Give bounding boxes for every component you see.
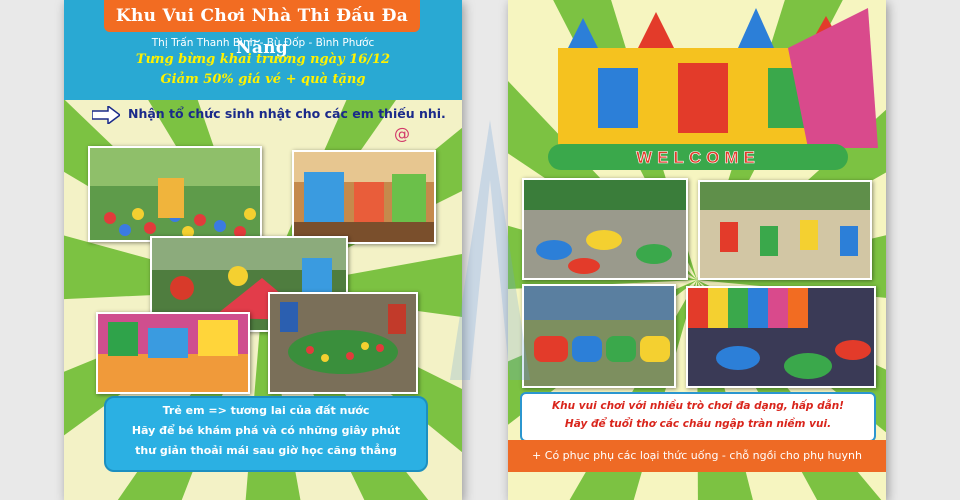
motto-box: Trẻ em => tương lai của đất nước Hãy để … [104,396,428,472]
info-box: Khu vui chơi với nhiều trò chơi đa dạng,… [520,392,876,442]
party-offer: Nhận tổ chức sinh nhật cho các em thiếu … [92,102,446,128]
inflatable-castle-image: WELCOME [538,8,878,176]
right-arrow-icon [92,106,120,124]
photo-soft-play-area [96,312,250,394]
slogan-discount: Giảm 50% giá vé + quà tặng [160,72,366,87]
flyer-left: Khu Vui Chơi Nhà Thi Đấu Đa Năng Thị Trấ… [64,0,462,500]
photo-ball-pit-outdoor [88,146,262,242]
motto-line-3: thư giản thoải mái sau giờ học căng thẳn… [135,444,397,457]
welcome-sign: WELCOME [636,148,760,167]
party-offer-text: Nhận tổ chức sinh nhật cho các em thiếu … [128,106,446,121]
info-line-2: Hãy để tuổi thơ các cháu ngập tràn niềm … [564,418,832,430]
watermark-logo [450,120,530,380]
motto-line-1: Trẻ em => tương lai của đất nước [162,404,370,417]
motto-line-2: Hãy để bé khám phá và có những giây phút [131,424,401,437]
location-text: Thị Trấn Thanh Bình - Bù Đốp - Bình Phướ… [151,37,375,49]
photo-spring-riders [698,180,872,280]
slogan-opening: Tưng bừng khai trương ngày 16/12 [135,52,391,67]
photo-ball-pool-crowd [268,292,418,394]
photo-bumper-cars-indoor [686,286,876,388]
flyer-title: Khu Vui Chơi Nhà Thi Đấu Đa Năng [104,0,420,58]
amenities-footer: + Có phục phụ các loại thức uống - chỗ n… [508,440,886,472]
info-line-1: Khu vui chơi với nhiều trò chơi đa dạng,… [552,400,844,412]
swirl-lollipop-icon: @ [394,124,410,143]
